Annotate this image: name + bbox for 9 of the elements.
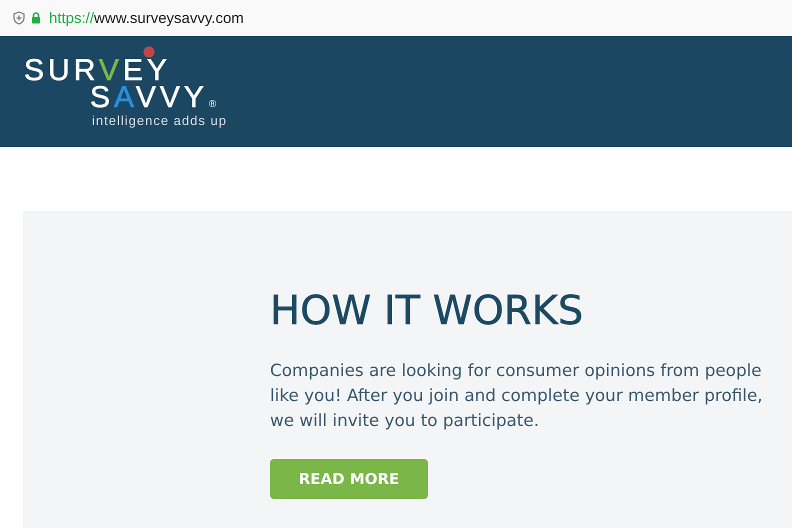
address-bar[interactable]: https://www.surveysavvy.com [0, 0, 792, 36]
registered-mark: ® [208, 99, 216, 111]
logo-wordmark: SAVVY [90, 85, 208, 111]
logo-dot-icon [143, 46, 155, 58]
url-text: https://www.surveysavvy.com [49, 10, 244, 26]
shield-icon [13, 11, 25, 25]
section-heading: HOW IT WORKS [270, 288, 584, 334]
logo-tagline: intelligence adds up [91, 113, 228, 128]
section-text: Companies are looking for consumer opinions from people like you! After you join and complete your member profile, we will invite you to participate. [270, 359, 764, 432]
